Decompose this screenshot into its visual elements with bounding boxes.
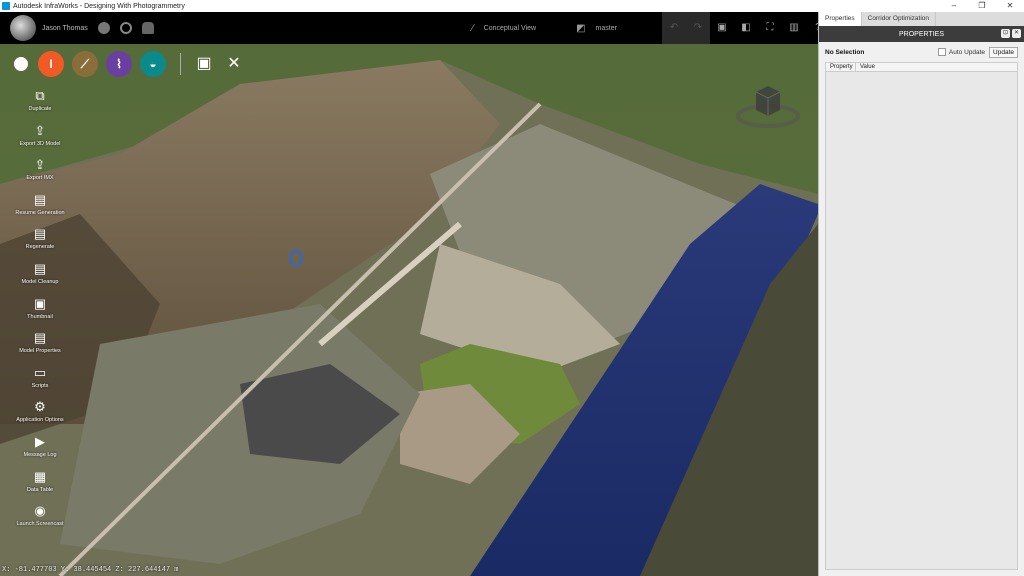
properties-icon: ▤ [33,330,47,346]
top-toolbar: Jason Thomas ⁄ Conceptual View ◩ master … [0,12,821,44]
style-icon[interactable]: ⁄ [472,23,474,34]
update-button[interactable]: Update [989,46,1018,58]
pin-icon[interactable]: ⊡ [1001,29,1010,38]
menu-duplicate[interactable]: ⧉ Duplicate [8,88,72,123]
panel-toggle-icon[interactable]: ▥ [782,12,806,44]
view-cube[interactable] [736,76,800,128]
undo-icon[interactable]: ↶ [662,12,686,44]
export-imx-icon: ⇪ [34,157,46,173]
build-tool-icon[interactable]: I [38,51,64,77]
user-name[interactable]: Jason Thomas [42,25,88,32]
tab-corridor-optimization[interactable]: Corridor Optimization [862,12,937,26]
menu-thumbnail[interactable]: ▣ Thumbnail [8,296,72,331]
close-button[interactable]: ✕ [996,0,1024,12]
auto-update-label: Auto Update [948,48,986,56]
home-icon[interactable] [14,57,28,71]
photogrammetry-terrain [0,60,818,576]
grid-header: Property Value [826,63,1017,72]
minimize-button[interactable]: – [940,0,968,12]
regenerate-icon: ▤ [33,226,47,242]
menu-export-imx[interactable]: ⇪ Export IMX [8,157,72,192]
properties-panel: Properties Corridor Optimization PROPERT… [818,12,1024,576]
tab-properties[interactable]: Properties [819,12,862,26]
menu-scripts[interactable]: ▭ Scripts [8,365,72,400]
sync-icon[interactable] [119,22,132,34]
menu-resume-generation[interactable]: ▤ Resume Generation [8,192,72,227]
infraworks-logo[interactable] [10,15,36,41]
column-property[interactable]: Property [826,63,856,71]
settings-tools-icon[interactable]: ✕ [223,53,245,75]
selection-row: No Selection Auto Update Update [819,42,1024,62]
gear-icon: ⚙ [34,399,46,415]
book-icon[interactable]: ◧ [734,12,758,44]
drainage-tool-icon[interactable]: ◒ [140,51,166,77]
chat-icon[interactable] [97,22,110,34]
fullscreen-icon[interactable]: ⛶ [758,12,782,44]
play-icon: ▶ [35,433,45,449]
export-3d-icon: ⇪ [34,122,46,138]
panel-tabs: Properties Corridor Optimization [819,12,1024,26]
maximize-button[interactable]: ❐ [968,0,996,12]
tool-row: I ⟋ ⌇ ◒ ▣ ✕ [14,48,253,80]
panel-close-icon[interactable]: ✕ [1012,29,1021,38]
menu-message-log[interactable]: ▶ Message Log [8,434,72,469]
proposal-label[interactable]: master [596,25,617,32]
auto-update-checkbox[interactable] [937,48,946,56]
present-icon[interactable]: ▣ [193,53,215,75]
table-icon: ▦ [33,468,47,484]
menu-export-3d-model[interactable]: ⇪ Export 3D Model [8,123,72,158]
menu-application-options[interactable]: ⚙ Application Options [8,399,72,434]
collaborator-icon[interactable] [141,22,154,34]
menu-launch-screencast[interactable]: ◉ Launch Screencast [8,503,72,538]
menu-model-cleanup[interactable]: ▤ Model Cleanup [8,261,72,296]
cleanup-icon: ▤ [33,260,47,276]
view-style-label[interactable]: Conceptual View [484,25,536,32]
menu-regenerate[interactable]: ▤ Regenerate [8,226,72,261]
scripts-icon: ▭ [33,364,47,380]
toolbar-divider [180,53,181,75]
selection-status: No Selection [825,48,865,56]
roads-tool-icon[interactable]: ⟋ [72,51,98,77]
menu-model-properties[interactable]: ▤ Model Properties [8,330,72,365]
window-title: Autodesk InfraWorks - Designing With Pho… [13,2,185,10]
coordinate-readout: X: -81.477703 Y: 38.445454 Z: 227.644147… [2,566,179,574]
side-menu: ⧉ Duplicate ⇪ Export 3D Model ⇪ Export I… [8,88,72,538]
column-value[interactable]: Value [856,63,1017,71]
panel-header: PROPERTIES ⊡ ✕ [819,26,1024,42]
duplicate-icon: ⧉ [35,88,45,103]
title-bar: Autodesk InfraWorks - Designing With Pho… [0,0,1024,12]
resume-icon: ▤ [33,191,47,207]
proposal-icon[interactable]: ◩ [576,23,585,34]
3d-viewport[interactable]: I ⟋ ⌇ ◒ ▣ ✕ ⧉ Duplicate ⇪ Export 3D Mode… [0,44,818,576]
thumbnail-icon: ▣ [33,295,47,311]
screencast-icon: ◉ [34,503,46,519]
bridge-tool-icon[interactable]: ⌇ [106,51,132,77]
infraworks-app-icon [2,2,10,10]
redo-icon[interactable]: ↷ [686,12,710,44]
bookmark-icon[interactable]: ▣ [710,12,734,44]
properties-grid[interactable]: Property Value [825,62,1018,570]
panel-title: PROPERTIES [899,30,944,38]
menu-data-table[interactable]: ▦ Data Table [8,469,72,504]
